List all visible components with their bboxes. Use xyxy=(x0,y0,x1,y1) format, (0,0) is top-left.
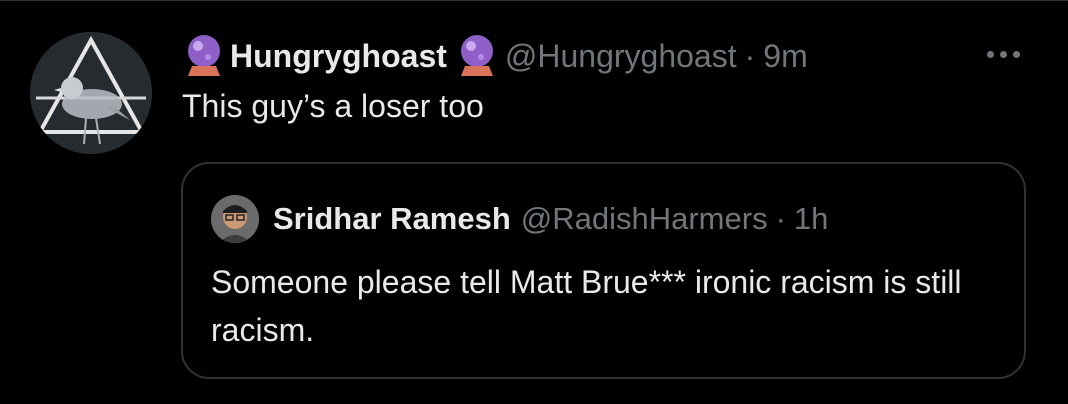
author-display-name[interactable]: Hungryghoast xyxy=(230,38,447,75)
top-divider xyxy=(0,0,1068,1)
separator-dot: · xyxy=(775,201,786,236)
tweet-text: This guy’s a loser too xyxy=(182,88,484,124)
author-handle[interactable]: @Hungryghoast xyxy=(505,38,737,75)
quoted-tweet-card[interactable]: Sridhar Ramesh @RadishHarmers · 1h Someo… xyxy=(181,162,1026,379)
quoted-author-avatar xyxy=(211,195,259,243)
separator-dot: · xyxy=(744,37,756,74)
tweet-timestamp[interactable]: 9m xyxy=(763,38,807,75)
quoted-tweet-timestamp[interactable]: 1h xyxy=(794,201,828,237)
crystal-ball-icon xyxy=(182,32,226,80)
quoted-tweet-header: Sridhar Ramesh @RadishHarmers · 1h xyxy=(211,195,828,243)
tweet-header: Hungryghoast @Hungryghoast · 9m xyxy=(182,32,808,80)
quoted-author-handle[interactable]: @RadishHarmers xyxy=(521,201,768,237)
bird-triangle-avatar-image xyxy=(30,32,152,154)
crystal-ball-icon xyxy=(455,32,499,80)
more-options-icon[interactable] xyxy=(980,42,1026,66)
quoted-tweet-text: Someone please tell Matt Brue*** ironic … xyxy=(211,264,962,348)
author-avatar[interactable] xyxy=(30,32,152,154)
quoted-author-display-name[interactable]: Sridhar Ramesh xyxy=(273,201,511,237)
